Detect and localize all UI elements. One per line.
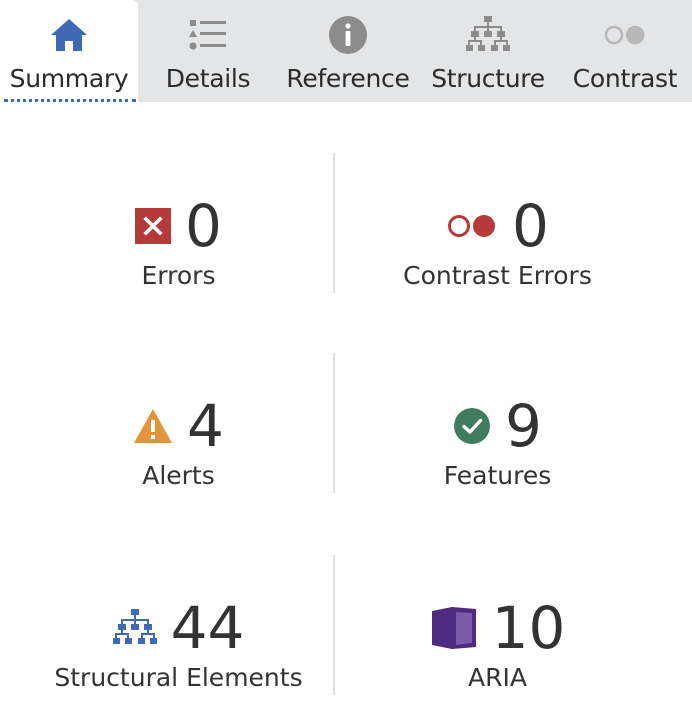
error-x-icon: [135, 208, 172, 244]
tab-structure[interactable]: Structure: [418, 0, 558, 102]
alerts-count: 4: [187, 392, 224, 460]
contrast-errors-count: 0: [512, 192, 549, 260]
tab-summary[interactable]: Summary: [0, 0, 138, 102]
features-label: Features: [443, 461, 552, 490]
contrast-circles-icon: [446, 212, 498, 240]
info-icon: [326, 15, 370, 55]
tab-label: Summary: [9, 64, 129, 93]
tab-bar: Summary Details Reference Structure Cont…: [0, 0, 692, 102]
structure-tree-icon: [112, 608, 157, 648]
features-count: 9: [505, 392, 542, 460]
tab-details[interactable]: Details: [138, 0, 278, 102]
structure-icon: [466, 15, 510, 55]
list-icon: [186, 15, 230, 55]
tab-label: Structure: [431, 64, 545, 93]
contrast-icon: [603, 15, 647, 55]
tab-contrast[interactable]: Contrast: [558, 0, 692, 102]
aria-count: 10: [491, 594, 566, 662]
alerts-label: Alerts: [142, 461, 215, 490]
tab-label: Reference: [286, 64, 410, 93]
errors-count: 0: [185, 192, 222, 260]
contrast-errors-label: Contrast Errors: [403, 261, 592, 290]
structural-elements-label: Structural Elements: [54, 663, 303, 692]
tab-label: Contrast: [572, 64, 678, 93]
aria-box-icon: [430, 605, 478, 651]
structural-elements-count: 44: [170, 594, 245, 662]
aria-label: ARIA: [468, 663, 527, 692]
tab-reference[interactable]: Reference: [278, 0, 418, 102]
errors-label: Errors: [141, 261, 216, 290]
tab-label: Details: [165, 64, 251, 93]
alert-triangle-icon: [133, 408, 173, 444]
home-icon: [47, 15, 91, 55]
check-circle-icon: [453, 407, 491, 445]
